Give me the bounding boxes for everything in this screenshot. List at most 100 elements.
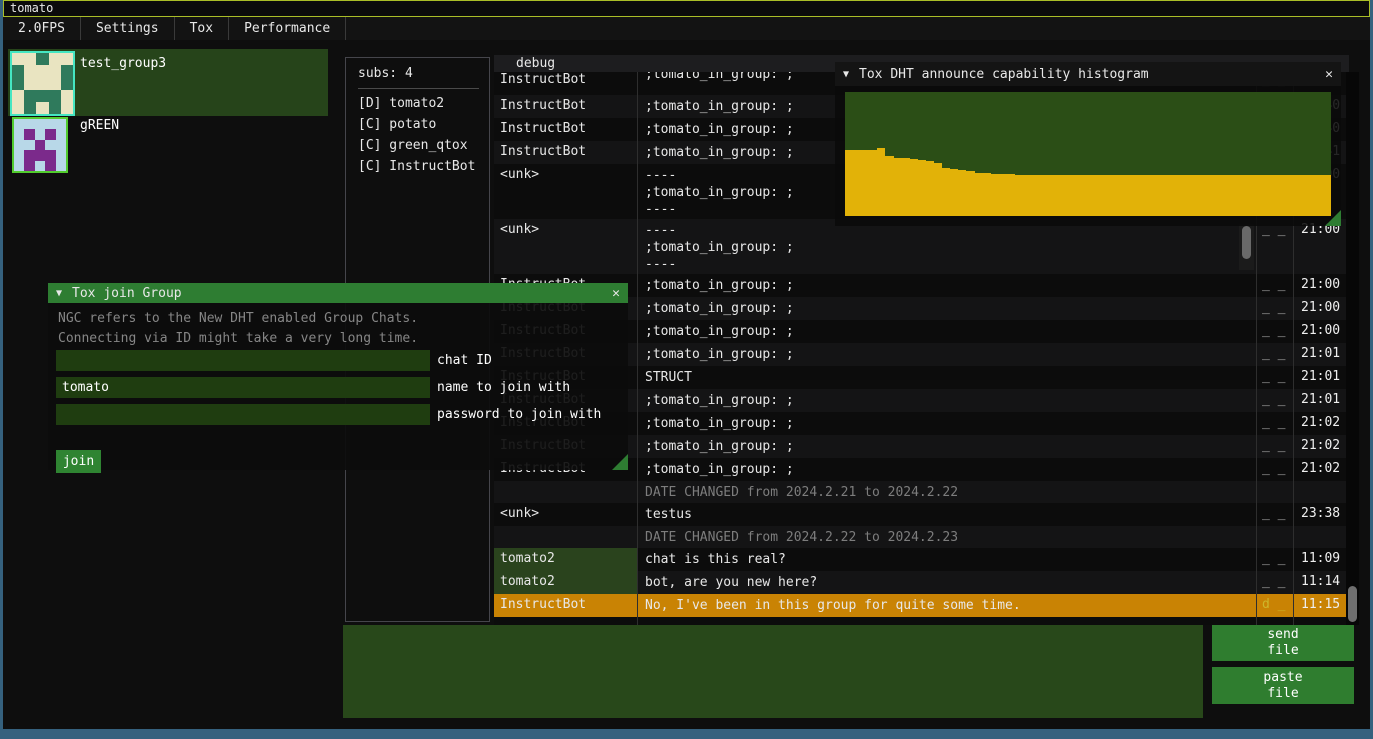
join-description-line1: NGC refers to the New DHT enabled Group … [58,311,418,326]
chat-system-row[interactable]: DATE CHANGED from 2024.2.22 to 2024.2.23 [494,526,1346,548]
group-avatar [12,117,68,173]
main-window: tomato 2.0FPSSettingsToxPerformance test… [3,0,1370,729]
window-scrollbar-track [1346,72,1359,625]
join-group-body: NGC refers to the New DHT enabled Group … [48,303,628,470]
histogram-bar [1234,175,1242,216]
chat-row[interactable]: tomato2bot, are you new here?_ _11:14 [494,571,1346,594]
chat-id-input[interactable] [56,350,430,371]
member-item[interactable]: [C] potato [346,114,489,135]
histogram-bar [1047,175,1055,216]
histogram-bar [1250,175,1258,216]
group-name: gREEN [80,118,119,133]
chat-system-row[interactable]: DATE CHANGED from 2024.2.21 to 2024.2.22 [494,481,1346,503]
menu-item-tox[interactable]: Tox [175,17,229,40]
histogram-bar [1266,175,1274,216]
histogram-bar [1274,175,1282,216]
chat-row[interactable]: tomato2chat is this real?_ _11:09 [494,548,1346,571]
message-timestamp: 21:00 [1293,320,1346,343]
chat-row[interactable]: <unk>testus_ _23:38 [494,503,1346,526]
sender-name [494,481,637,503]
sender-name: <unk> [494,503,637,526]
histogram-bar [966,171,974,216]
histogram-bar [975,173,983,216]
group-name: test_group3 [80,56,166,71]
group-item-test_group3[interactable]: test_group3 [8,49,328,116]
send-file-button[interactable]: send file [1212,625,1354,661]
message-text: No, I've been in this group for quite so… [637,594,1256,617]
message-text: ;tomato_in_group: ; [637,412,1256,435]
group-item-green[interactable]: gREEN [8,117,328,169]
histogram-bar [869,150,877,216]
message-flags: _ _ [1256,435,1293,458]
tab-debug[interactable]: debug [516,56,555,72]
message-timestamp: 21:01 [1293,366,1346,389]
histogram-bar [894,158,902,216]
histogram-bar [1007,174,1015,216]
histogram-bar [1298,175,1306,216]
chat-row[interactable]: <unk>----;tomato_in_group: ;----_ _21:00 [494,219,1346,274]
join-password-input[interactable] [56,404,430,425]
message-flags: _ _ [1256,503,1293,526]
histogram-bar [1039,175,1047,216]
group-avatar [10,51,75,116]
histogram-bar [1185,175,1193,216]
window-scrollbar-thumb[interactable] [1348,586,1357,622]
histogram-bar [1290,175,1298,216]
message-timestamp: 21:02 [1293,458,1346,481]
message-text: ;tomato_in_group: ; [637,458,1256,481]
message-flags: _ _ [1256,458,1293,481]
collapse-arrow-icon[interactable]: ▼ [56,288,62,299]
message-text: testus [637,503,1256,526]
histogram-bar [926,161,934,216]
message-input[interactable] [343,625,1203,718]
sender-name: <unk> [494,219,637,274]
resize-grip[interactable] [1325,210,1341,226]
paste-file-button[interactable]: paste file [1212,667,1354,704]
message-flags: _ _ [1256,412,1293,435]
close-icon[interactable]: ✕ [612,286,620,301]
histogram-bar [1080,175,1088,216]
member-item[interactable]: [C] InstructBot [346,156,489,177]
member-item[interactable]: [C] green_qtox [346,135,489,156]
message-flags: _ _ [1256,274,1293,297]
sender-name: <unk> [494,164,637,219]
message-flags: _ _ [1256,548,1293,571]
message-flags: _ _ [1256,320,1293,343]
histogram-bar [983,173,991,216]
close-icon[interactable]: ✕ [1325,67,1333,82]
histogram-bar [1242,175,1250,216]
histogram-bar [1306,175,1314,216]
sender-name: InstructBot [494,95,637,118]
histogram-bar [1015,175,1023,216]
member-item[interactable]: [D] tomato2 [346,93,489,114]
message-flags: d _ [1256,594,1293,617]
message-text: ;tomato_in_group: ; [637,435,1256,458]
message-text: ;tomato_in_group: ; [637,320,1256,343]
histogram-bar [1128,175,1136,216]
histogram-bar [1282,175,1290,216]
histogram-bar [877,148,885,216]
join-name-input[interactable] [56,377,430,398]
histogram-bar [853,150,861,216]
message-text: chat is this real? [637,548,1256,571]
menu-item-performance[interactable]: Performance [229,17,346,40]
menu-item-settings[interactable]: Settings [81,17,175,40]
menu-item-20fps: 2.0FPS [3,17,81,40]
chat-scrollbar-thumb[interactable] [1242,226,1251,259]
members-list: [D] tomato2[C] potato[C] green_qtox[C] I… [346,93,489,177]
message-text: ;tomato_in_group: ; [637,297,1256,320]
message-timestamp: 11:09 [1293,548,1346,571]
histogram-bar [1104,175,1112,216]
join-button[interactable]: join [56,450,101,473]
collapse-arrow-icon[interactable]: ▼ [843,69,849,80]
chat-row[interactable]: InstructBotNo, I've been in this group f… [494,594,1346,617]
dht-histogram-window: ▼ Tox DHT announce capability histogram … [835,62,1341,226]
histogram-bar [1209,175,1217,216]
sender-name: InstructBot [494,72,637,95]
message-flags: _ _ [1256,366,1293,389]
message-timestamp: 11:14 [1293,571,1346,594]
message-timestamp: 21:01 [1293,343,1346,366]
members-count: subs: 4 [358,66,489,81]
app-screen: tomato 2.0FPSSettingsToxPerformance test… [0,0,1373,739]
resize-grip[interactable] [612,454,628,470]
